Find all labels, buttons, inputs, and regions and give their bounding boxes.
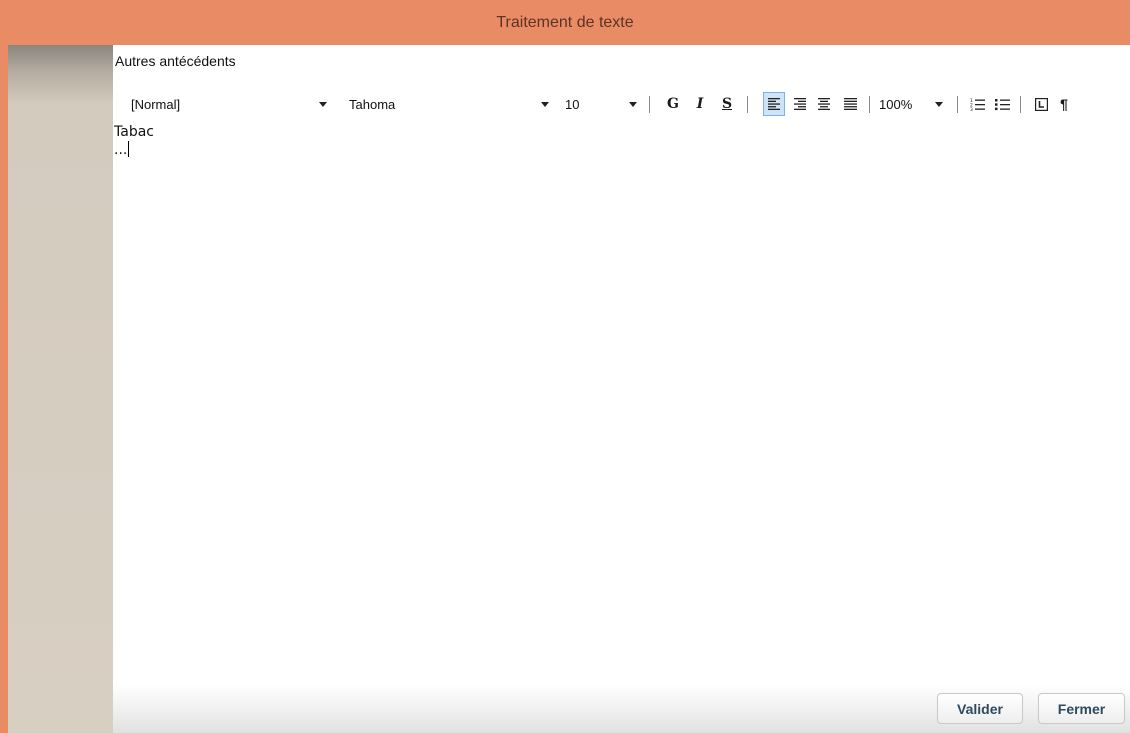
align-right-button[interactable] [789, 92, 811, 116]
dialog-footer: Valider Fermer [113, 685, 1130, 733]
toolbar-separator [1020, 96, 1021, 113]
document-editor[interactable]: Tabac ... [113, 123, 1130, 683]
align-center-icon [818, 98, 830, 110]
toolbar-separator [649, 96, 650, 113]
toolbar-separator [869, 96, 870, 113]
chevron-down-icon [629, 102, 637, 107]
main-panel: Autres antécédents [Normal] Tahoma 10 G … [113, 45, 1130, 733]
validate-button[interactable]: Valider [937, 693, 1023, 724]
chevron-down-icon [935, 102, 943, 107]
numbered-list-icon: 1 2 3 [970, 98, 985, 111]
editor-line: Tabac [114, 124, 154, 140]
style-select-value: [Normal] [131, 96, 181, 112]
align-justify-button[interactable] [839, 92, 861, 116]
title-bar: Traitement de texte [0, 0, 1130, 45]
editor-line-cursor: ... [113, 141, 1130, 159]
align-justify-icon [843, 98, 857, 110]
editor-line-text: ... [114, 142, 128, 158]
font-select-value: Tahoma [349, 96, 396, 112]
align-left-icon [768, 98, 780, 110]
bold-button[interactable]: G [662, 92, 684, 116]
style-select[interactable]: [Normal] [131, 93, 331, 115]
font-size-select[interactable]: 10 [565, 93, 637, 115]
section-title: Autres antécédents [115, 53, 236, 69]
chevron-down-icon [541, 102, 549, 107]
bulleted-list-icon [994, 98, 1010, 110]
window-left-border [0, 45, 8, 733]
chevron-down-icon [319, 102, 327, 107]
window-title: Traitement de texte [496, 13, 634, 31]
formatting-toolbar: [Normal] Tahoma 10 G I S 100% 1 2 3 ¶ [113, 89, 1130, 119]
align-left-button[interactable] [763, 92, 785, 116]
zoom-select[interactable]: 100% [879, 93, 943, 115]
close-button[interactable]: Fermer [1038, 693, 1125, 724]
paragraph-marks-button[interactable]: ¶ [1053, 92, 1075, 116]
font-size-value: 10 [565, 96, 580, 112]
svg-text:3: 3 [970, 107, 973, 111]
font-select[interactable]: Tahoma [349, 93, 549, 115]
tab-stop-icon [1034, 97, 1048, 111]
zoom-value: 100% [879, 96, 913, 112]
bulleted-list-button[interactable] [991, 92, 1013, 116]
italic-button[interactable]: I [689, 92, 711, 116]
toolbar-separator [957, 96, 958, 113]
text-caret [128, 141, 130, 157]
tab-stop-button[interactable] [1030, 92, 1052, 116]
numbered-list-button[interactable]: 1 2 3 [966, 92, 988, 116]
align-right-icon [794, 98, 806, 110]
toolbar-separator [747, 96, 748, 113]
text-editor-window: Traitement de texte Autres antécédents [… [0, 0, 1130, 733]
sidebar [8, 45, 113, 733]
align-center-button[interactable] [813, 92, 835, 116]
underline-button[interactable]: S [716, 92, 738, 116]
